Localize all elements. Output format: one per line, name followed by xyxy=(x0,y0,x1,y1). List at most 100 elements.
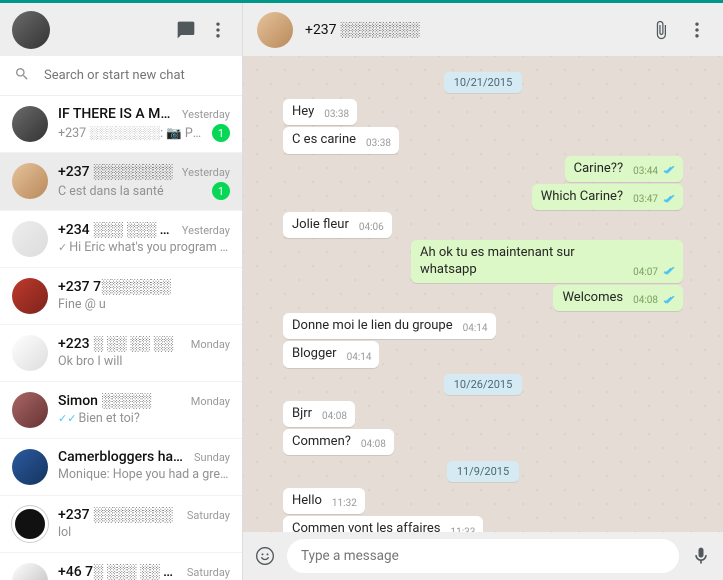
chat-item-name: +234 ░░░ ░░░ ░░░░ xyxy=(58,221,176,238)
message-row: Commen vont les affaires11:33 xyxy=(283,516,683,532)
chat-item-preview: lol xyxy=(58,525,230,540)
message-bubble[interactable]: Donne moi le lien du groupe04:14 xyxy=(283,313,496,339)
message-bubble[interactable]: Commen vont les affaires11:33 xyxy=(283,516,483,532)
chat-avatar[interactable] xyxy=(257,12,293,48)
chat-item-name: Simon ░░░░░ xyxy=(58,392,185,409)
chat-list-item[interactable]: Simon ░░░░░ Monday ✓✓Bien et toi? xyxy=(0,382,242,439)
app-root: IF THERE IS A MAN TO PR... Yesterday +237 … xyxy=(0,0,723,580)
chat-item-name: IF THERE IS A MAN TO PR... xyxy=(58,106,176,122)
message-row: Which Carine? 03:47 xyxy=(283,184,683,210)
chat-item-name: +237 7░░░░░░░ xyxy=(58,278,224,295)
chat-list-item[interactable]: +234 ░░░ ░░░ ░░░░ Yesterday ✓Hi Eric what'… xyxy=(0,211,242,268)
chat-item-preview: Monique: Hope you had a great weekend xyxy=(58,467,230,482)
chat-item-time: Yesterday xyxy=(182,224,230,237)
message-text: Welcomes xyxy=(562,290,623,306)
date-separator: 11/9/2015 xyxy=(447,461,519,482)
chat-item-avatar xyxy=(12,221,48,257)
chat-item-name: +46 7░ ░░░ ░░ ░░ xyxy=(58,563,181,580)
messages-pane[interactable]: 10/21/2015 Hey03:38 C es carine 03:38 Carine… xyxy=(243,56,723,532)
message-bubble[interactable]: Carine?? 03:44 xyxy=(565,156,683,182)
message-text: Carine?? xyxy=(574,161,623,177)
message-text: Commen vont les affaires xyxy=(292,521,440,532)
chat-item-time: Sunday xyxy=(194,451,230,464)
message-time: 03:44 xyxy=(633,166,675,177)
message-text: C es carine xyxy=(292,132,356,148)
message-text: Commen? xyxy=(292,434,351,450)
message-text: Blogger xyxy=(292,346,337,362)
chat-list-item[interactable]: +237 ░░░░░░░░YesterdayC est dans la sant… xyxy=(0,153,242,211)
chat-list-item[interactable]: +237 ░░░░░░░░Saturdaylol xyxy=(0,496,242,553)
chat-list[interactable]: IF THERE IS A MAN TO PR... Yesterday +237 … xyxy=(0,96,242,580)
chat-item-preview: C est dans la santé xyxy=(58,184,206,199)
message-row: Bjrr 04:08 xyxy=(283,401,683,427)
message-row: C es carine 03:38 xyxy=(283,127,683,153)
chat-item-name: Camerbloggers hang outcry xyxy=(58,449,188,465)
message-input[interactable] xyxy=(301,548,665,564)
attach-icon[interactable] xyxy=(649,18,673,42)
chat-item-avatar xyxy=(12,563,48,580)
chat-item-preview: ✓✓Bien et toi? xyxy=(58,411,230,426)
message-field[interactable] xyxy=(287,539,679,573)
chat-list-item[interactable]: +223 ░ ░░ ░░ ░░ Monday Ok bro I will xyxy=(0,325,242,382)
left-header xyxy=(0,3,242,56)
message-bubble[interactable]: C es carine 03:38 xyxy=(283,127,399,153)
chat-item-time: Saturday xyxy=(187,566,230,579)
chat-item-preview: Ok bro I will xyxy=(58,354,230,369)
chat-item-avatar xyxy=(12,392,48,428)
date-separator: 10/21/2015 xyxy=(444,72,523,93)
message-bubble[interactable]: Bjrr 04:08 xyxy=(283,401,355,427)
message-text: Jolie fleur xyxy=(292,217,349,233)
chat-item-name: +223 ░ ░░ ░░ ░░ xyxy=(58,335,185,352)
message-bubble[interactable]: Hello11:32 xyxy=(283,488,365,514)
message-bubble[interactable]: Which Carine? 03:47 xyxy=(532,184,683,210)
message-row: Carine?? 03:44 xyxy=(283,156,683,182)
chat-list-item[interactable]: IF THERE IS A MAN TO PR...Yesterday+237 … xyxy=(0,96,242,153)
message-time: 04:06 xyxy=(359,222,384,233)
chat-list-item[interactable]: Camerbloggers hang outcry Sunday Monique: … xyxy=(0,439,242,496)
search-input[interactable] xyxy=(44,68,228,83)
my-avatar[interactable] xyxy=(12,11,50,49)
chat-item-time: Monday xyxy=(191,395,230,408)
message-row: Donne moi le lien du groupe04:14 xyxy=(283,313,683,339)
chat-item-preview: ✓Hi Eric what's you program like? I'll b… xyxy=(58,240,230,255)
message-bubble[interactable]: Jolie fleur 04:06 xyxy=(283,212,392,238)
message-bubble[interactable]: Welcomes04:08 xyxy=(553,285,683,311)
chat-item-avatar xyxy=(12,163,48,199)
message-row: Hello11:32 xyxy=(283,488,683,514)
chat-item-time: Yesterday xyxy=(182,108,230,121)
message-time: 04:07 xyxy=(633,267,675,278)
chat-item-avatar xyxy=(12,506,48,542)
date-separator: 10/26/2015 xyxy=(444,374,523,395)
chat-item-time: Saturday xyxy=(187,509,230,522)
chat-menu-icon[interactable] xyxy=(685,18,709,42)
unread-badge: 1 xyxy=(212,124,230,142)
emoji-icon[interactable] xyxy=(253,544,277,568)
message-time: 04:08 xyxy=(361,439,386,450)
message-bubble[interactable]: Commen? 04:08 xyxy=(283,429,394,455)
chat-title[interactable]: +237 ░░░░░░░░ xyxy=(305,21,637,38)
menu-icon[interactable] xyxy=(206,18,230,42)
message-time: 03:38 xyxy=(366,138,391,149)
chat-list-item[interactable]: +237 7░░░░░░░Fine @ u xyxy=(0,268,242,325)
unread-badge: 1 xyxy=(212,182,230,200)
new-chat-icon[interactable] xyxy=(174,18,198,42)
mic-icon[interactable] xyxy=(689,544,713,568)
message-bubble[interactable]: Hey03:38 xyxy=(283,99,357,125)
message-row: Blogger04:14 xyxy=(283,341,683,367)
chat-list-item[interactable]: +46 7░ ░░░ ░░ ░░Saturday✓✓I know you are… xyxy=(0,553,242,580)
message-time: 03:38 xyxy=(324,109,349,120)
message-text: Bjrr xyxy=(292,406,312,422)
chat-item-avatar xyxy=(12,278,48,314)
chat-item-name: +237 ░░░░░░░░ xyxy=(58,163,176,180)
message-text: Ah ok tu es maintenant sur whatsapp xyxy=(420,245,623,278)
message-text: Which Carine? xyxy=(541,189,623,205)
chat-item-avatar xyxy=(12,106,48,142)
message-time: 03:47 xyxy=(633,194,675,205)
search-icon xyxy=(14,66,30,86)
message-bubble[interactable]: Ah ok tu es maintenant sur whatsapp 04:07 xyxy=(411,240,683,283)
message-time: 04:08 xyxy=(322,411,347,422)
chat-item-time: Monday xyxy=(191,338,230,351)
left-panel: IF THERE IS A MAN TO PR... Yesterday +237 … xyxy=(0,3,243,580)
message-bubble[interactable]: Blogger04:14 xyxy=(283,341,379,367)
search-bar[interactable] xyxy=(0,56,242,96)
